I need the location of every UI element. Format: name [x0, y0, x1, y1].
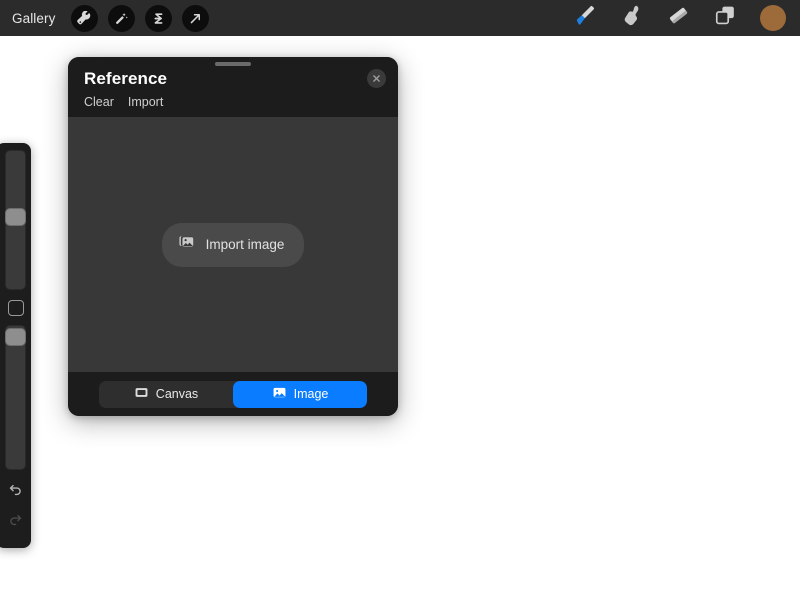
segment-canvas-label: Canvas [155, 387, 199, 401]
top-toolbar: Gallery [0, 0, 800, 36]
close-icon [372, 70, 381, 88]
topbar-left-group: Gallery [0, 0, 210, 36]
smudge-tool-button[interactable] [619, 3, 644, 33]
layers-icon [713, 3, 738, 33]
topbar-right-group [572, 0, 800, 36]
close-panel-button[interactable] [367, 69, 386, 88]
segment-image[interactable]: Image [233, 380, 367, 408]
photo-icon [272, 385, 287, 403]
layers-button[interactable] [713, 3, 738, 33]
procreate-app: Gallery Reference Clear Import Import im… [0, 0, 800, 600]
color-swatch-button[interactable] [760, 5, 786, 31]
clear-button[interactable]: Clear [84, 95, 114, 109]
left-sidebar [0, 143, 31, 548]
erase-tool-button[interactable] [666, 3, 691, 33]
paintbrush-icon [572, 3, 597, 33]
canvas-icon [134, 385, 149, 403]
selection-button[interactable] [145, 4, 173, 32]
reference-panel-header: Reference Clear Import [68, 57, 398, 117]
panel-action-links: Clear Import [84, 95, 163, 109]
segment-image-label: Image [293, 387, 329, 401]
brush-opacity-slider[interactable] [5, 325, 26, 470]
reference-panel-footer: Canvas Image [68, 372, 398, 416]
redo-arrow-icon [7, 511, 24, 533]
reference-panel: Reference Clear Import Import image Canv… [68, 57, 398, 416]
smudge-finger-icon [619, 3, 644, 33]
reference-panel-body: Import image [68, 117, 398, 372]
brush-size-slider-thumb[interactable] [5, 208, 26, 226]
arrow-transform-icon [188, 11, 203, 26]
brush-size-slider[interactable] [5, 150, 26, 290]
panel-title: Reference [84, 69, 168, 88]
gallery-button[interactable]: Gallery [12, 11, 61, 26]
import-image-label: Import image [205, 237, 285, 252]
modify-button[interactable] [7, 300, 24, 316]
redo-button[interactable] [5, 510, 27, 534]
source-segmented-control: Canvas Image [99, 380, 367, 408]
photo-stack-icon [178, 233, 197, 257]
s-curve-icon [151, 11, 166, 26]
magic-wand-icon [114, 11, 129, 26]
eraser-icon [666, 3, 691, 33]
undo-button[interactable] [5, 480, 27, 504]
transform-button[interactable] [182, 4, 210, 32]
actions-button[interactable] [71, 4, 99, 32]
brush-opacity-slider-thumb[interactable] [5, 328, 26, 346]
segment-canvas[interactable]: Canvas [99, 381, 233, 408]
adjustments-button[interactable] [108, 4, 136, 32]
import-image-button[interactable]: Import image [161, 222, 305, 267]
undo-arrow-icon [7, 481, 24, 503]
import-button[interactable]: Import [128, 95, 163, 109]
wrench-icon [77, 10, 92, 26]
paint-tool-button[interactable] [572, 3, 597, 33]
panel-drag-handle[interactable] [215, 62, 251, 66]
